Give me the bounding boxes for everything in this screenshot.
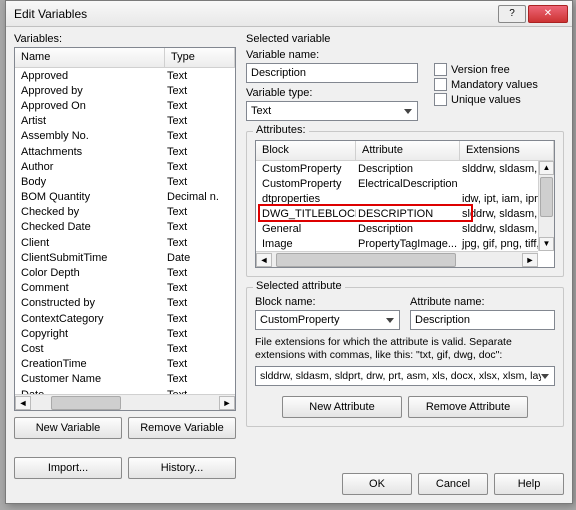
col-extensions[interactable]: Extensions — [460, 141, 554, 160]
list-item[interactable]: Checked byText — [15, 205, 235, 220]
block-name-label: Block name: — [255, 296, 400, 308]
right-panel: Selected variable Variable name: Variabl… — [246, 31, 564, 495]
close-icon[interactable]: ✕ — [528, 5, 568, 23]
table-row[interactable]: GeneralDescriptionslddrw, sldasm, sld... — [256, 221, 554, 236]
help-icon[interactable]: ? — [498, 5, 526, 23]
attribute-name-input[interactable] — [410, 310, 555, 330]
selected-variable-heading: Selected variable — [246, 33, 564, 45]
list-item[interactable]: DateText — [15, 387, 235, 394]
list-item[interactable]: AuthorText — [15, 159, 235, 174]
attr-scroll-left-icon[interactable]: ◄ — [256, 253, 272, 267]
col-block[interactable]: Block — [256, 141, 356, 160]
list-item[interactable]: Approved OnText — [15, 98, 235, 113]
list-item[interactable]: CreationTimeText — [15, 357, 235, 372]
list-item[interactable]: AttachmentsText — [15, 144, 235, 159]
attr-scroll-right-icon[interactable]: ► — [522, 253, 538, 267]
new-attribute-button[interactable]: New Attribute — [282, 396, 402, 418]
remove-attribute-button[interactable]: Remove Attribute — [408, 396, 528, 418]
new-variable-button[interactable]: New Variable — [14, 417, 122, 439]
block-name-value: CustomProperty — [260, 314, 339, 326]
variables-listbox[interactable]: Name Type ApprovedTextApproved byTextApp… — [14, 47, 236, 411]
table-row[interactable]: dtpropertiesidw, ipt, iam, ipn, id... — [256, 191, 554, 206]
list-item[interactable]: Customer NameText — [15, 372, 235, 387]
window-buttons: ? ✕ — [496, 5, 568, 23]
list-item[interactable]: Approved byText — [15, 83, 235, 98]
mandatory-label: Mandatory values — [451, 79, 538, 91]
variables-panel: Variables: Name Type ApprovedTextApprove… — [14, 31, 236, 495]
list-item[interactable]: Color DepthText — [15, 265, 235, 280]
scroll-thumb[interactable] — [51, 396, 121, 410]
list-item[interactable]: BodyText — [15, 174, 235, 189]
scroll-track[interactable] — [31, 396, 219, 410]
list-item[interactable]: ClientText — [15, 235, 235, 250]
variables-header: Name Type — [15, 48, 235, 68]
col-type[interactable]: Type — [165, 48, 235, 67]
remove-variable-button[interactable]: Remove Variable — [128, 417, 236, 439]
list-item[interactable]: ArtistText — [15, 114, 235, 129]
list-item[interactable]: ApprovedText — [15, 68, 235, 83]
chevron-down-icon — [386, 318, 394, 323]
history-button[interactable]: History... — [128, 457, 236, 479]
block-name-select[interactable]: CustomProperty — [255, 310, 400, 330]
list-item[interactable]: ContextCategoryText — [15, 311, 235, 326]
variable-name-label: Variable name: — [246, 49, 418, 61]
attributes-listbox[interactable]: Block Attribute Extensions CustomPropert… — [255, 140, 555, 268]
cancel-button[interactable]: Cancel — [418, 473, 488, 495]
import-button[interactable]: Import... — [14, 457, 122, 479]
mandatory-checkbox[interactable] — [434, 78, 447, 91]
v-scroll-thumb[interactable] — [540, 177, 553, 217]
selected-attribute-heading: Selected attribute — [253, 280, 345, 292]
ok-button[interactable]: OK — [342, 473, 412, 495]
list-item[interactable]: ClientSubmitTimeDate — [15, 250, 235, 265]
variable-type-label: Variable type: — [246, 87, 418, 99]
unique-checkbox[interactable] — [434, 93, 447, 106]
variable-type-value: Text — [251, 105, 271, 117]
dialog-buttons: OK Cancel Help — [342, 473, 564, 495]
unique-label: Unique values — [451, 94, 521, 106]
table-row[interactable]: ImagePropertyTagImage...jpg, gif, png, t… — [256, 236, 554, 251]
attr-scroll-thumb[interactable] — [276, 253, 456, 267]
versionfree-checkbox[interactable] — [434, 63, 447, 76]
scroll-right-icon[interactable]: ► — [219, 396, 235, 410]
help-button[interactable]: Help — [494, 473, 564, 495]
col-attribute[interactable]: Attribute — [356, 141, 460, 160]
list-item[interactable]: CopyrightText — [15, 326, 235, 341]
dialog-body: Variables: Name Type ApprovedTextApprove… — [6, 27, 572, 503]
attributes-header: Block Attribute Extensions — [256, 141, 554, 161]
titlebar: Edit Variables ? ✕ — [6, 1, 572, 27]
table-row[interactable]: DWG_TITLEBLOCKDESCRIPTIONslddrw, sldasm,… — [256, 206, 554, 221]
attribute-name-label: Attribute name: — [410, 296, 555, 308]
extensions-select[interactable]: slddrw, sldasm, sldprt, drw, prt, asm, x… — [255, 366, 555, 386]
chevron-down-icon — [541, 374, 549, 379]
list-item[interactable]: Checked DateText — [15, 220, 235, 235]
variables-rows: ApprovedTextApproved byTextApproved OnTe… — [15, 68, 235, 394]
list-item[interactable]: Assembly No.Text — [15, 129, 235, 144]
table-row[interactable]: CustomPropertyDescriptionslddrw, sldasm,… — [256, 161, 554, 176]
list-item[interactable]: CommentText — [15, 281, 235, 296]
variables-label: Variables: — [14, 33, 236, 45]
extensions-value: slddrw, sldasm, sldprt, drw, prt, asm, x… — [260, 370, 541, 382]
variable-type-select[interactable]: Text — [246, 101, 418, 121]
v-scrollbar[interactable]: ▲ ▼ — [538, 161, 554, 251]
window-title: Edit Variables — [14, 7, 496, 21]
attributes-label: Attributes: — [253, 124, 309, 136]
chevron-down-icon — [404, 109, 412, 114]
versionfree-label: Version free — [451, 64, 510, 76]
extensions-note: File extensions for which the attribute … — [255, 336, 555, 362]
list-item[interactable]: CostText — [15, 341, 235, 356]
table-row[interactable]: CustomPropertyElectricalDescription — [256, 176, 554, 191]
list-item[interactable]: Constructed byText — [15, 296, 235, 311]
list-item[interactable]: BOM QuantityDecimal n. — [15, 190, 235, 205]
scroll-down-icon[interactable]: ▼ — [539, 237, 554, 251]
col-name[interactable]: Name — [15, 48, 165, 67]
attr-h-scrollbar[interactable]: ◄ ► — [256, 251, 538, 267]
variable-name-input[interactable] — [246, 63, 418, 83]
h-scrollbar[interactable]: ◄ ► — [15, 394, 235, 410]
scroll-left-icon[interactable]: ◄ — [15, 396, 31, 410]
scroll-up-icon[interactable]: ▲ — [539, 161, 554, 175]
dialog-window: Edit Variables ? ✕ Variables: Name Type … — [5, 0, 573, 504]
